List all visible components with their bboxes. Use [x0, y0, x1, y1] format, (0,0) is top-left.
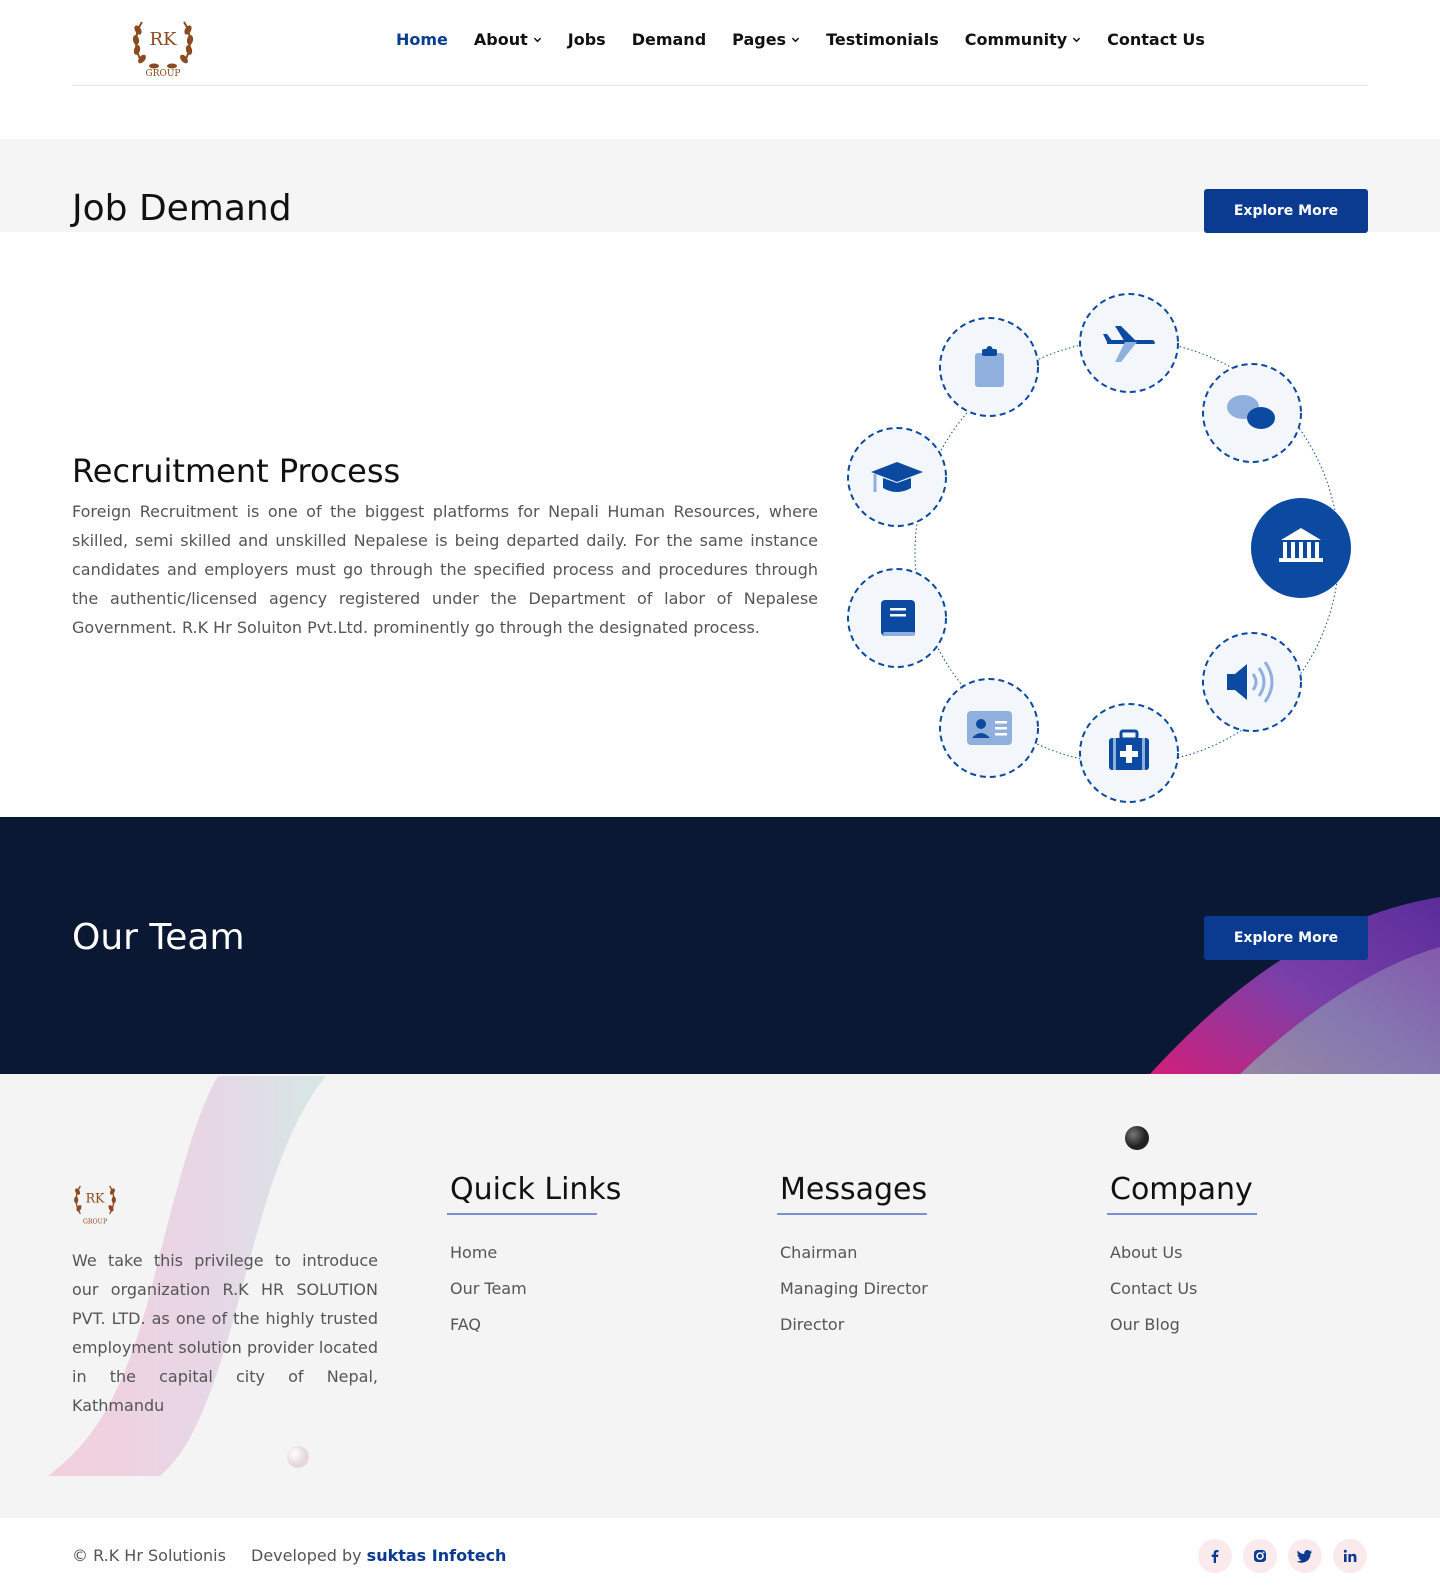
chat-icon[interactable]	[1202, 363, 1302, 463]
site-header: RK GROUP Home About Jobs Demand Pages Testimo…	[72, 0, 1368, 86]
messages-underline	[777, 1213, 927, 1215]
nav-item-testimonials[interactable]: Testimonials	[826, 30, 939, 49]
nav-item-label: Home	[396, 30, 448, 49]
footer-link-our-blog[interactable]: Our Blog	[1110, 1315, 1257, 1351]
quick-links-underline	[447, 1213, 597, 1215]
id-card-icon[interactable]	[939, 678, 1039, 778]
nav-item-jobs[interactable]: Jobs	[568, 30, 606, 49]
chevron-down-icon	[791, 37, 800, 43]
medical-kit-icon[interactable]	[1079, 703, 1179, 803]
svg-text:GROUP: GROUP	[83, 1219, 107, 1226]
footer-about-text: We take this privilege to introduce our …	[72, 1251, 378, 1415]
nav-item-about[interactable]: About	[474, 30, 542, 49]
footer-logo[interactable]: RK GROUP	[72, 1178, 118, 1226]
quick-links-title: Quick Links	[450, 1172, 622, 1207]
developer-link[interactable]: suktas Infotech	[367, 1546, 507, 1565]
footer-link-about-us[interactable]: About Us	[1110, 1243, 1257, 1279]
facebook-icon[interactable]	[1198, 1539, 1232, 1573]
svg-text:GROUP: GROUP	[146, 69, 181, 78]
recruitment-title: Recruitment Process	[72, 452, 401, 490]
instagram-icon[interactable]	[1243, 1539, 1277, 1573]
developed-by: Developed by suktas Infotech	[251, 1546, 506, 1565]
nav-item-label: Testimonials	[826, 30, 939, 49]
nav-item-home[interactable]: Home	[396, 30, 448, 49]
airplane-icon[interactable]	[1079, 293, 1179, 393]
nav-item-demand[interactable]: Demand	[632, 30, 706, 49]
footer-messages: Messages Chairman Managing Director Dire…	[777, 1172, 928, 1351]
copyright-text: © R.K Hr Solutionis	[72, 1546, 226, 1565]
job-demand-explore-button[interactable]: Explore More	[1204, 189, 1368, 233]
rk-group-logo[interactable]: RK GROUP	[130, 12, 196, 78]
clipboard-icon[interactable]	[939, 317, 1039, 417]
nav-item-label: About	[473, 30, 528, 49]
recruitment-process-diagram	[847, 293, 1351, 803]
footer-link-managing-director[interactable]: Managing Director	[780, 1279, 928, 1315]
job-demand-title: Job Demand	[72, 188, 292, 229]
bank-icon[interactable]	[1251, 498, 1351, 598]
footer-link-director[interactable]: Director	[780, 1315, 928, 1351]
bottom-bar: © R.K Hr Solutionis Developed by suktas …	[0, 1518, 1440, 1594]
footer-link-contact-us[interactable]: Contact Us	[1110, 1279, 1257, 1315]
book-icon[interactable]	[847, 568, 947, 668]
footer-link-chairman[interactable]: Chairman	[780, 1243, 928, 1279]
nav-item-label: Jobs	[567, 30, 606, 49]
svg-text:RK: RK	[86, 1191, 105, 1206]
graduation-cap-icon[interactable]	[847, 427, 947, 527]
nav-item-label: Community	[964, 30, 1068, 49]
footer-company: Company About Us Contact Us Our Blog	[1107, 1172, 1257, 1351]
footer-link-our-team[interactable]: Our Team	[450, 1279, 621, 1315]
company-title: Company	[1110, 1172, 1253, 1207]
recruitment-description: Foreign Recruitment is one of the bigges…	[72, 502, 818, 637]
nav-item-pages[interactable]: Pages	[732, 30, 800, 49]
nav-item-community[interactable]: Community	[965, 30, 1081, 49]
site-footer: RK GROUP We take this privilege to intro…	[0, 1074, 1440, 1518]
main-nav: Home About Jobs Demand Pages Testimonials Comm…	[396, 30, 1231, 49]
nav-item-label: Demand	[631, 30, 707, 49]
nav-item-label: Pages	[732, 30, 787, 49]
company-underline	[1107, 1213, 1257, 1215]
footer-link-home[interactable]: Home	[450, 1243, 621, 1279]
linkedin-icon[interactable]	[1333, 1539, 1367, 1573]
footer-quick-links: Quick Links Home Our Team FAQ	[447, 1172, 622, 1351]
chevron-down-icon	[1072, 37, 1081, 43]
chevron-down-icon	[533, 37, 541, 43]
developed-by-label: Developed by	[251, 1546, 362, 1565]
megaphone-icon[interactable]	[1202, 632, 1302, 732]
our-team-explore-button[interactable]: Explore More	[1204, 916, 1368, 960]
messages-title: Messages	[780, 1172, 928, 1207]
footer-link-faq[interactable]: FAQ	[450, 1315, 621, 1351]
our-team-title: Our Team	[72, 917, 245, 958]
nav-item-label: Contact Us	[1107, 30, 1205, 49]
svg-text:RK: RK	[150, 29, 178, 50]
twitter-icon[interactable]	[1288, 1539, 1322, 1573]
nav-item-contact-us[interactable]: Contact Us	[1107, 30, 1205, 49]
